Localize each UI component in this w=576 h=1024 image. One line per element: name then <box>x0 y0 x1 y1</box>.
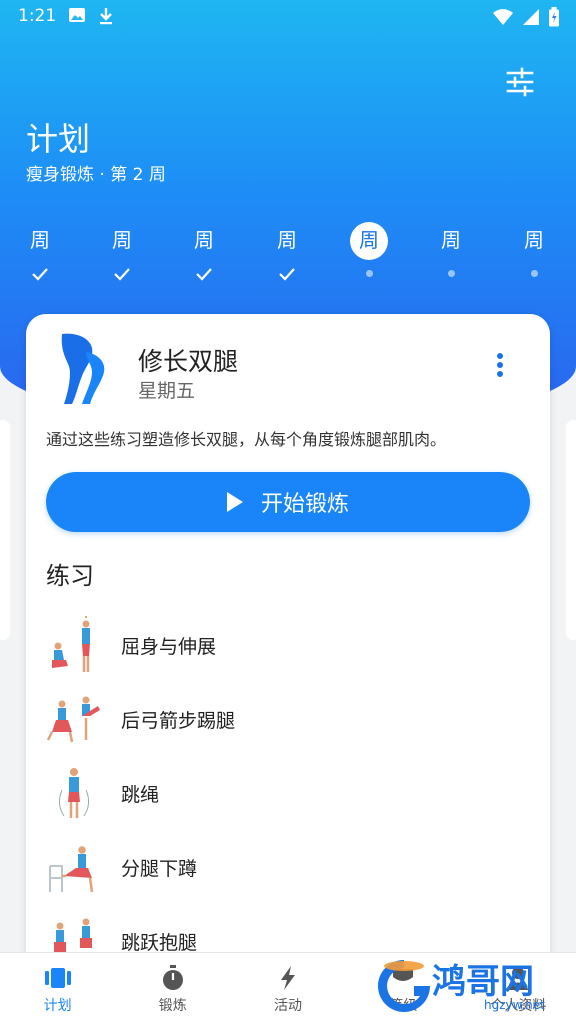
week-day-5[interactable]: 周 <box>349 222 389 282</box>
nav-plan-label: 计划 <box>43 998 72 1014</box>
next-card-peek[interactable] <box>566 420 576 640</box>
exercise-name: 后弓箭步踢腿 <box>121 710 236 732</box>
exercise-item[interactable]: 分腿下蹲 <box>26 832 550 906</box>
jump-rope-figure-icon <box>58 768 90 818</box>
exercise-item[interactable]: 屈身与伸展 <box>26 610 550 684</box>
nav-workouts-label: 锻炼 <box>158 998 187 1014</box>
week-day-2[interactable]: 周 <box>102 222 142 282</box>
exercise-name: 屈身与伸展 <box>121 636 217 658</box>
week-day-label: 周 <box>441 228 461 252</box>
exercise-item[interactable]: 后弓箭步踢腿 <box>26 684 550 758</box>
page-title: 计划 <box>26 120 91 158</box>
legs-logo-icon <box>56 332 108 406</box>
week-day-1[interactable]: 周 <box>20 222 60 282</box>
week-day-label: 周 <box>30 228 50 252</box>
exercise-item[interactable]: 跳绳 <box>26 758 550 832</box>
start-workout-button[interactable]: 开始锻炼 <box>46 472 530 532</box>
week-day-6[interactable]: 周 <box>431 222 471 282</box>
checkmark-icon <box>32 268 48 281</box>
prev-card-peek[interactable] <box>0 420 10 640</box>
wifi-icon <box>492 8 514 31</box>
exercise-name: 跳跃抱腿 <box>121 932 198 954</box>
week-day-4[interactable]: 周 <box>267 222 307 282</box>
checkmark-icon <box>114 268 130 281</box>
nav-activity-label: 活动 <box>274 998 302 1014</box>
nav-activity[interactable]: 活动 <box>230 953 345 1024</box>
plan-subtitle: 瘦身锻炼 · 第 2 周 <box>26 165 166 185</box>
more-vertical-icon <box>497 353 503 377</box>
checkmark-icon <box>279 268 295 281</box>
week-progress: 周 周 周 周 周 周 周 <box>0 222 576 282</box>
exercise-list: 屈身与伸展 后弓箭步踢腿 跳绳 分腿下蹲 跳跃抱腿 <box>26 610 550 980</box>
status-bar: 1:21 <box>0 0 576 32</box>
exercise-name: 分腿下蹲 <box>121 858 198 880</box>
nav-plan[interactable]: 计划 <box>0 953 115 1024</box>
download-notification-icon <box>98 7 114 30</box>
week-day-label: 周 <box>112 228 132 252</box>
workout-description: 通过这些练习塑造修长双腿，从每个角度锻炼腿部肌肉。 <box>46 430 447 449</box>
exercise-name: 跳绳 <box>121 784 160 806</box>
start-workout-label: 开始锻炼 <box>260 492 349 517</box>
exercises-section-title: 练习 <box>46 562 94 590</box>
week-day-label: 周 <box>194 228 214 252</box>
more-options-button[interactable] <box>488 350 512 380</box>
lightning-icon <box>281 966 295 990</box>
week-day-3[interactable]: 周 <box>184 222 224 282</box>
watermark-text: 鸿哥网 <box>432 962 534 1002</box>
signal-icon <box>522 8 540 31</box>
watermark: 鸿哥网 hgzyw.net <box>372 950 572 1024</box>
watermark-url: hgzyw.net <box>484 998 545 1012</box>
nav-workouts[interactable]: 锻炼 <box>115 953 230 1024</box>
workout-day: 星期五 <box>138 380 196 402</box>
plan-icon <box>44 968 71 988</box>
split-squat-figure-icon <box>49 846 94 893</box>
pending-dot-icon <box>447 270 455 277</box>
week-day-label: 周 <box>524 228 544 252</box>
workout-title: 修长双腿 <box>138 347 239 376</box>
squat-stretch-figure-icon <box>52 616 90 672</box>
watermark-logo-icon <box>378 960 430 1012</box>
battery-icon <box>548 7 560 32</box>
week-day-label: 周 <box>350 222 388 260</box>
image-notification-icon <box>68 7 86 30</box>
workout-card: 修长双腿 星期五 通过这些练习塑造修长双腿，从每个角度锻炼腿部肌肉。 开始锻炼 … <box>26 314 550 994</box>
status-time: 1:21 <box>18 6 57 26</box>
checkmark-icon <box>196 268 212 281</box>
week-day-label: 周 <box>277 228 297 252</box>
sliders-icon <box>500 67 540 106</box>
filter-settings-button[interactable] <box>500 62 540 102</box>
pending-dot-icon <box>365 270 373 277</box>
play-icon <box>226 492 243 512</box>
week-day-7[interactable]: 周 <box>514 222 554 282</box>
stopwatch-icon <box>162 965 183 990</box>
lunge-kick-figure-icon <box>46 696 100 743</box>
pending-dot-icon <box>530 270 538 277</box>
